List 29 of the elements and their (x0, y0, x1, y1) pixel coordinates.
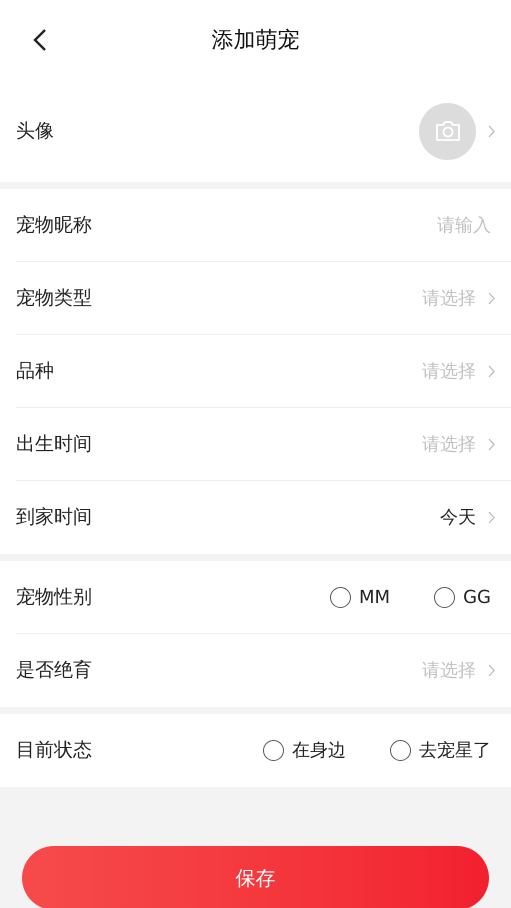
chevron-icon (488, 292, 495, 304)
radio-option[interactable]: MM (330, 584, 390, 610)
save-button[interactable]: 保存 (22, 846, 489, 908)
field-label: 品种 (16, 358, 54, 384)
camera-icon (434, 120, 460, 142)
radio-option[interactable]: 在身边 (263, 737, 346, 764)
chevron-icon (488, 664, 495, 677)
field-label: 宠物昵称 (16, 212, 92, 238)
field-label: 出生时间 (16, 432, 92, 457)
field-label: 宠物类型 (16, 286, 92, 311)
chevron-icon (488, 124, 495, 138)
radio-button[interactable] (263, 740, 284, 761)
field-label: 宠物性别 (16, 584, 92, 610)
radio-button[interactable] (330, 586, 352, 608)
radio-button[interactable] (390, 740, 411, 761)
radio-option[interactable]: 去宠星了 (390, 737, 491, 764)
select-field[interactable]: 今天 (440, 504, 495, 531)
input-field[interactable]: 请输入 (331, 212, 491, 238)
field-label: 头像 (16, 118, 54, 144)
radio-option[interactable]: GG (434, 584, 491, 610)
chevron-icon (488, 364, 495, 378)
page-title: 添加萌宠 (212, 26, 300, 54)
field-label: 目前状态 (16, 738, 92, 764)
field-label: 是否绝育 (16, 658, 92, 684)
back-icon[interactable] (33, 28, 47, 52)
field-label: 到家时间 (16, 505, 92, 530)
radio-button[interactable] (434, 586, 456, 608)
chevron-icon (488, 511, 495, 524)
chevron-icon (488, 438, 495, 450)
